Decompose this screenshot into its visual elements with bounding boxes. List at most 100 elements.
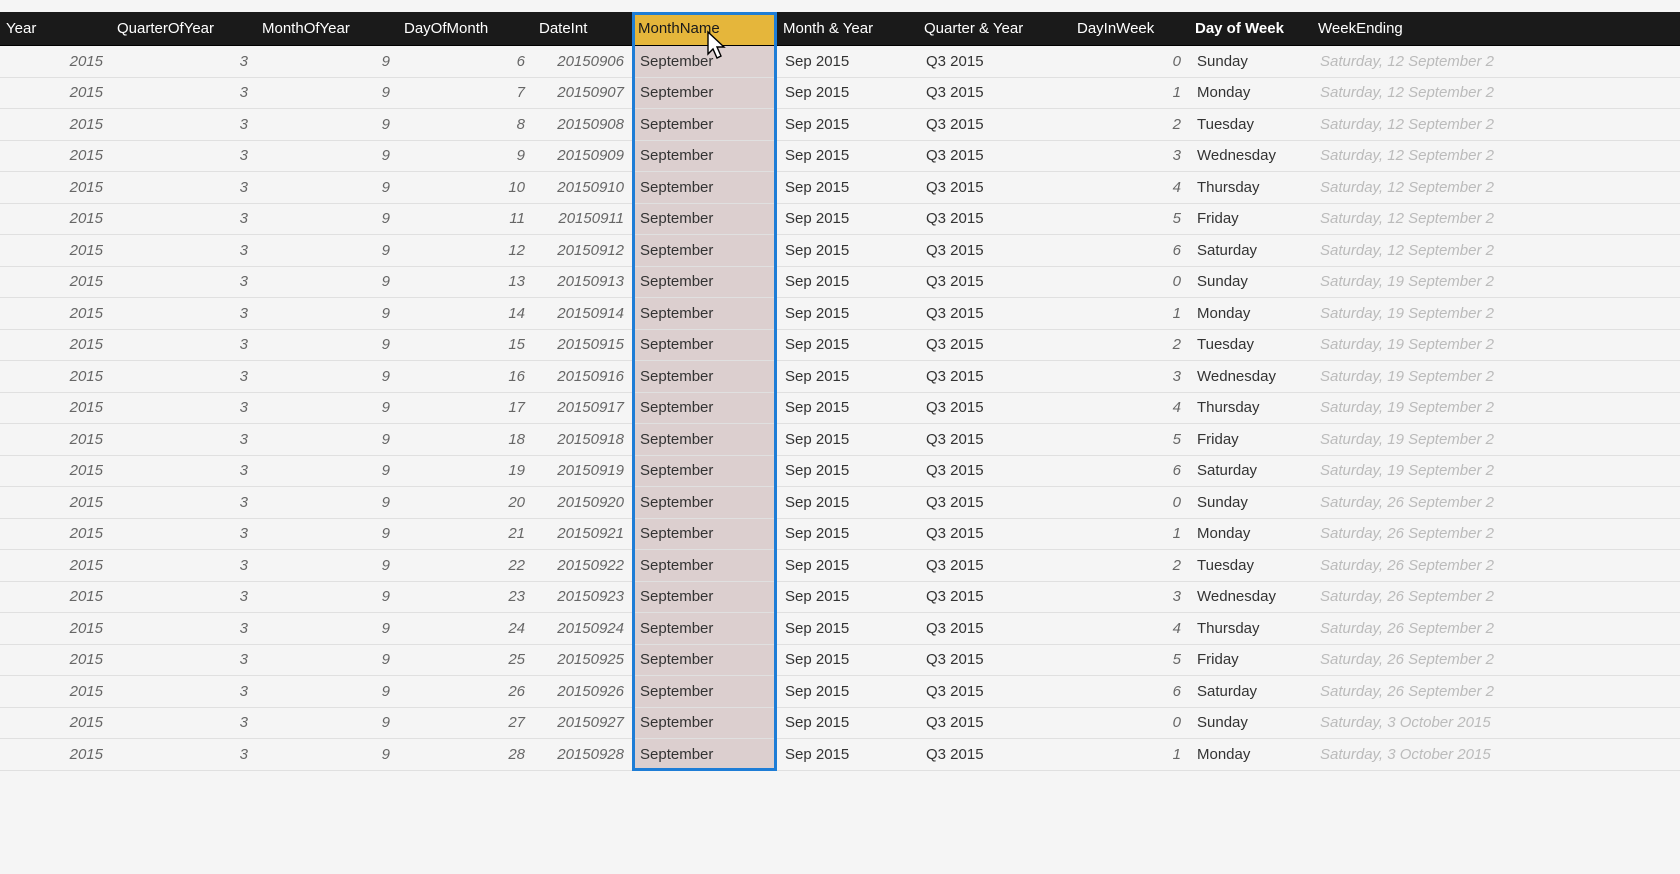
cell-my[interactable]: Sep 2015 xyxy=(777,424,918,456)
cell-di[interactable]: 20150908 xyxy=(533,109,632,141)
cell-m[interactable]: 9 xyxy=(256,235,398,267)
cell-my[interactable]: Sep 2015 xyxy=(777,46,918,78)
cell-mn[interactable]: September xyxy=(632,582,777,614)
table-row[interactable]: 2015391120150911SeptemberSep 2015Q3 2015… xyxy=(0,204,1680,236)
cell-q[interactable]: 3 xyxy=(111,141,256,173)
cell-year[interactable]: 2015 xyxy=(0,487,111,519)
cell-m[interactable]: 9 xyxy=(256,739,398,771)
table-row[interactable]: 2015391220150912SeptemberSep 2015Q3 2015… xyxy=(0,235,1680,267)
cell-q[interactable]: 3 xyxy=(111,645,256,677)
cell-we[interactable]: Saturday, 26 September 2 xyxy=(1312,519,1680,551)
cell-year[interactable]: 2015 xyxy=(0,676,111,708)
cell-year[interactable]: 2015 xyxy=(0,739,111,771)
cell-dow[interactable]: Thursday xyxy=(1189,613,1312,645)
cell-diw[interactable]: 4 xyxy=(1071,613,1189,645)
cell-m[interactable]: 9 xyxy=(256,582,398,614)
cell-di[interactable]: 20150912 xyxy=(533,235,632,267)
cell-mn[interactable]: September xyxy=(632,708,777,740)
cell-diw[interactable]: 2 xyxy=(1071,330,1189,362)
cell-d[interactable]: 27 xyxy=(398,708,533,740)
cell-diw[interactable]: 3 xyxy=(1071,361,1189,393)
table-row[interactable]: 2015392520150925SeptemberSep 2015Q3 2015… xyxy=(0,645,1680,677)
cell-diw[interactable]: 2 xyxy=(1071,109,1189,141)
col-header-dayinweek[interactable]: DayInWeek xyxy=(1071,12,1189,45)
cell-q[interactable]: 3 xyxy=(111,267,256,299)
cell-mn[interactable]: September xyxy=(632,550,777,582)
cell-my[interactable]: Sep 2015 xyxy=(777,708,918,740)
cell-we[interactable]: Saturday, 3 October 2015 xyxy=(1312,739,1680,771)
cell-my[interactable]: Sep 2015 xyxy=(777,487,918,519)
cell-diw[interactable]: 5 xyxy=(1071,645,1189,677)
cell-year[interactable]: 2015 xyxy=(0,267,111,299)
cell-mn[interactable]: September xyxy=(632,172,777,204)
col-header-monthofyear[interactable]: MonthOfYear xyxy=(256,12,398,45)
cell-qy[interactable]: Q3 2015 xyxy=(918,330,1071,362)
cell-year[interactable]: 2015 xyxy=(0,361,111,393)
cell-d[interactable]: 20 xyxy=(398,487,533,519)
cell-m[interactable]: 9 xyxy=(256,46,398,78)
col-header-monthandyear[interactable]: Month & Year xyxy=(777,12,918,45)
cell-qy[interactable]: Q3 2015 xyxy=(918,550,1071,582)
cell-m[interactable]: 9 xyxy=(256,613,398,645)
cell-we[interactable]: Saturday, 19 September 2 xyxy=(1312,330,1680,362)
table-row[interactable]: 2015391520150915SeptemberSep 2015Q3 2015… xyxy=(0,330,1680,362)
cell-m[interactable]: 9 xyxy=(256,645,398,677)
cell-m[interactable]: 9 xyxy=(256,424,398,456)
cell-we[interactable]: Saturday, 12 September 2 xyxy=(1312,235,1680,267)
cell-qy[interactable]: Q3 2015 xyxy=(918,204,1071,236)
cell-my[interactable]: Sep 2015 xyxy=(777,550,918,582)
cell-my[interactable]: Sep 2015 xyxy=(777,645,918,677)
col-header-quarterandyear[interactable]: Quarter & Year xyxy=(918,12,1071,45)
table-row[interactable]: 2015392420150924SeptemberSep 2015Q3 2015… xyxy=(0,613,1680,645)
cell-q[interactable]: 3 xyxy=(111,330,256,362)
cell-di[interactable]: 20150919 xyxy=(533,456,632,488)
cell-q[interactable]: 3 xyxy=(111,424,256,456)
cell-year[interactable]: 2015 xyxy=(0,235,111,267)
cell-di[interactable]: 20150927 xyxy=(533,708,632,740)
cell-diw[interactable]: 1 xyxy=(1071,78,1189,110)
cell-d[interactable]: 10 xyxy=(398,172,533,204)
cell-my[interactable]: Sep 2015 xyxy=(777,330,918,362)
cell-we[interactable]: Saturday, 26 September 2 xyxy=(1312,613,1680,645)
cell-qy[interactable]: Q3 2015 xyxy=(918,456,1071,488)
cell-qy[interactable]: Q3 2015 xyxy=(918,235,1071,267)
cell-dow[interactable]: Sunday xyxy=(1189,487,1312,519)
table-row[interactable]: 2015392220150922SeptemberSep 2015Q3 2015… xyxy=(0,550,1680,582)
cell-q[interactable]: 3 xyxy=(111,298,256,330)
data-grid[interactable]: Year QuarterOfYear MonthOfYear DayOfMont… xyxy=(0,12,1680,771)
cell-year[interactable]: 2015 xyxy=(0,550,111,582)
cell-di[interactable]: 20150917 xyxy=(533,393,632,425)
cell-dow[interactable]: Friday xyxy=(1189,204,1312,236)
cell-diw[interactable]: 0 xyxy=(1071,267,1189,299)
cell-di[interactable]: 20150928 xyxy=(533,739,632,771)
table-row[interactable]: 2015391020150910SeptemberSep 2015Q3 2015… xyxy=(0,172,1680,204)
cell-we[interactable]: Saturday, 19 September 2 xyxy=(1312,267,1680,299)
cell-m[interactable]: 9 xyxy=(256,487,398,519)
cell-diw[interactable]: 5 xyxy=(1071,424,1189,456)
cell-di[interactable]: 20150911 xyxy=(533,204,632,236)
cell-d[interactable]: 18 xyxy=(398,424,533,456)
cell-year[interactable]: 2015 xyxy=(0,141,111,173)
cell-qy[interactable]: Q3 2015 xyxy=(918,267,1071,299)
cell-mn[interactable]: September xyxy=(632,330,777,362)
cell-diw[interactable]: 1 xyxy=(1071,739,1189,771)
cell-d[interactable]: 16 xyxy=(398,361,533,393)
cell-mn[interactable]: September xyxy=(632,487,777,519)
col-header-monthname[interactable]: MonthName xyxy=(632,12,777,45)
cell-di[interactable]: 20150926 xyxy=(533,676,632,708)
cell-m[interactable]: 9 xyxy=(256,456,398,488)
cell-mn[interactable]: September xyxy=(632,613,777,645)
cell-diw[interactable]: 2 xyxy=(1071,550,1189,582)
table-row[interactable]: 201539620150906SeptemberSep 2015Q3 20150… xyxy=(0,46,1680,78)
cell-d[interactable]: 13 xyxy=(398,267,533,299)
cell-year[interactable]: 2015 xyxy=(0,708,111,740)
cell-we[interactable]: Saturday, 12 September 2 xyxy=(1312,78,1680,110)
cell-qy[interactable]: Q3 2015 xyxy=(918,739,1071,771)
cell-my[interactable]: Sep 2015 xyxy=(777,519,918,551)
cell-qy[interactable]: Q3 2015 xyxy=(918,582,1071,614)
cell-di[interactable]: 20150922 xyxy=(533,550,632,582)
cell-mn[interactable]: September xyxy=(632,361,777,393)
cell-q[interactable]: 3 xyxy=(111,739,256,771)
cell-my[interactable]: Sep 2015 xyxy=(777,235,918,267)
cell-m[interactable]: 9 xyxy=(256,676,398,708)
